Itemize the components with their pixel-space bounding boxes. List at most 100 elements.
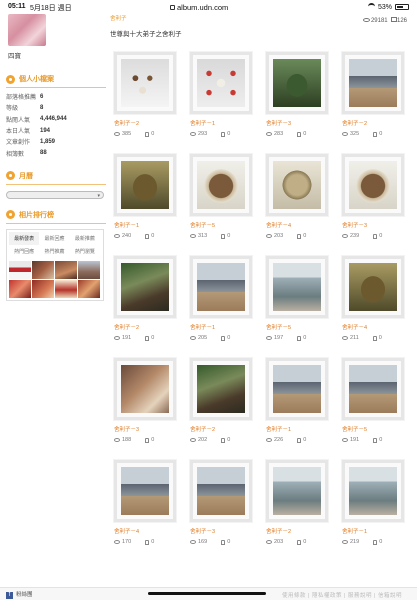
- photo-caption[interactable]: 舍利子－3: [342, 221, 410, 229]
- tab-hot-views[interactable]: 熱門瀏覽: [70, 245, 100, 258]
- photo-thumbnail[interactable]: [197, 365, 245, 413]
- photo-frame[interactable]: [114, 154, 176, 216]
- photo-card[interactable]: 舍利子－2 385 0: [114, 52, 182, 148]
- photo-caption[interactable]: 舍利子－1: [114, 221, 182, 229]
- photo-card[interactable]: 舍利子－2 191 0: [114, 256, 182, 352]
- photo-caption[interactable]: 舍利子－1: [342, 527, 410, 535]
- photo-card[interactable]: 舍利子－1 226 0: [266, 358, 334, 454]
- photo-thumbnail[interactable]: [349, 263, 397, 311]
- ranking-thumbnail[interactable]: [78, 279, 100, 298]
- photo-frame[interactable]: [266, 52, 328, 114]
- photo-frame[interactable]: [266, 256, 328, 318]
- photo-card[interactable]: 舍利子－1 293 0: [190, 52, 258, 148]
- photo-thumbnail[interactable]: [349, 161, 397, 209]
- photo-thumbnail[interactable]: [273, 59, 321, 107]
- photo-card[interactable]: 舍利子－1 219 0: [342, 460, 410, 556]
- ranking-thumbnail[interactable]: [78, 260, 100, 279]
- photo-caption[interactable]: 舍利子－3: [266, 119, 334, 127]
- photo-frame[interactable]: [114, 460, 176, 522]
- photo-caption[interactable]: 舍利子－4: [114, 527, 182, 535]
- photo-frame[interactable]: [342, 460, 404, 522]
- photo-thumbnail[interactable]: [121, 59, 169, 107]
- photo-caption[interactable]: 舍利子－4: [266, 221, 334, 229]
- photo-frame[interactable]: [114, 256, 176, 318]
- photo-frame[interactable]: [342, 358, 404, 420]
- photo-frame[interactable]: [190, 460, 252, 522]
- ranking-thumbnail[interactable]: [32, 279, 54, 298]
- photo-frame[interactable]: [342, 52, 404, 114]
- photo-thumbnail[interactable]: [197, 467, 245, 515]
- ranking-thumbnail[interactable]: [9, 279, 31, 298]
- photo-thumbnail[interactable]: [197, 59, 245, 107]
- tab-latest-replies[interactable]: 最新回應: [39, 232, 69, 245]
- ranking-thumbnail[interactable]: [55, 279, 77, 298]
- ranking-thumbnail[interactable]: [55, 260, 77, 279]
- photo-thumbnail[interactable]: [197, 161, 245, 209]
- photo-card[interactable]: 舍利子－5 313 0: [190, 154, 258, 250]
- photo-caption[interactable]: 舍利子－1: [266, 425, 334, 433]
- photo-frame[interactable]: [114, 52, 176, 114]
- photo-card[interactable]: 舍利子－3 283 0: [266, 52, 334, 148]
- photo-thumbnail[interactable]: [349, 365, 397, 413]
- photo-card[interactable]: 舍利子－3 169 0: [190, 460, 258, 556]
- photo-frame[interactable]: [190, 154, 252, 216]
- photo-card[interactable]: 舍利子－4 170 0: [114, 460, 182, 556]
- photo-caption[interactable]: 舍利子－3: [114, 425, 182, 433]
- photo-frame[interactable]: [266, 154, 328, 216]
- photo-thumbnail[interactable]: [273, 161, 321, 209]
- photo-caption[interactable]: 舍利子－5: [342, 425, 410, 433]
- photo-caption[interactable]: 舍利子－4: [342, 323, 410, 331]
- photo-card[interactable]: 舍利子－4 211 0: [342, 256, 410, 352]
- address-bar[interactable]: album.udn.com: [170, 3, 228, 12]
- photo-thumbnail[interactable]: [349, 59, 397, 107]
- photo-card[interactable]: 舍利子－1 240 0: [114, 154, 182, 250]
- photo-thumbnail[interactable]: [197, 263, 245, 311]
- photo-frame[interactable]: [190, 256, 252, 318]
- photo-caption[interactable]: 舍利子－3: [190, 527, 258, 535]
- photo-frame[interactable]: [190, 358, 252, 420]
- photo-frame[interactable]: [342, 154, 404, 216]
- photo-thumbnail[interactable]: [273, 467, 321, 515]
- facebook-fanpage-link[interactable]: f 粉絲團: [6, 590, 33, 599]
- photo-frame[interactable]: [190, 52, 252, 114]
- photo-card[interactable]: 舍利子－2 203 0: [266, 460, 334, 556]
- photo-frame[interactable]: [266, 460, 328, 522]
- photo-card[interactable]: 舍利子－1 205 0: [190, 256, 258, 352]
- photo-caption[interactable]: 舍利子－2: [114, 119, 182, 127]
- photo-card[interactable]: 舍利子－5 191 0: [342, 358, 410, 454]
- tab-latest-recommended[interactable]: 最新推薦: [70, 232, 100, 245]
- photo-thumbnail[interactable]: [273, 263, 321, 311]
- tab-hot-recommended[interactable]: 熱門推薦: [39, 245, 69, 258]
- photo-card[interactable]: 舍利子－5 197 0: [266, 256, 334, 352]
- photo-caption[interactable]: 舍利子－2: [190, 425, 258, 433]
- photo-caption[interactable]: 舍利子－1: [190, 119, 258, 127]
- photo-frame[interactable]: [266, 358, 328, 420]
- photo-caption[interactable]: 舍利子－1: [190, 323, 258, 331]
- photo-card[interactable]: 舍利子－2 202 0: [190, 358, 258, 454]
- photo-caption[interactable]: 舍利子－2: [114, 323, 182, 331]
- photo-card[interactable]: 舍利子－2 325 0: [342, 52, 410, 148]
- photo-frame[interactable]: [114, 358, 176, 420]
- photo-card[interactable]: 舍利子－3 239 0: [342, 154, 410, 250]
- tab-hot-replies[interactable]: 熱門回應: [9, 245, 39, 258]
- username[interactable]: 四寶: [8, 50, 106, 60]
- photo-caption[interactable]: 舍利子－5: [190, 221, 258, 229]
- photo-thumbnail[interactable]: [121, 467, 169, 515]
- photo-frame[interactable]: [342, 256, 404, 318]
- photo-caption[interactable]: 舍利子－2: [266, 527, 334, 535]
- photo-thumbnail[interactable]: [121, 161, 169, 209]
- photo-thumbnail[interactable]: [349, 467, 397, 515]
- photo-card[interactable]: 舍利子－4 203 0: [266, 154, 334, 250]
- photo-thumbnail[interactable]: [121, 263, 169, 311]
- photo-caption[interactable]: 舍利子－2: [342, 119, 410, 127]
- footer-links[interactable]: 使用條款 | 隱私權政策 | 服務說明 | 信箱說明: [282, 591, 402, 599]
- ranking-thumbnail[interactable]: [32, 260, 54, 279]
- tab-latest-posts[interactable]: 最新發表: [9, 231, 40, 245]
- photo-thumbnail[interactable]: [121, 365, 169, 413]
- ranking-thumbnail[interactable]: [9, 260, 31, 279]
- month-select[interactable]: ▾: [6, 190, 104, 199]
- photo-caption[interactable]: 舍利子－5: [266, 323, 334, 331]
- photo-thumbnail[interactable]: [273, 365, 321, 413]
- avatar[interactable]: [8, 14, 46, 46]
- photo-card[interactable]: 舍利子－3 188 0: [114, 358, 182, 454]
